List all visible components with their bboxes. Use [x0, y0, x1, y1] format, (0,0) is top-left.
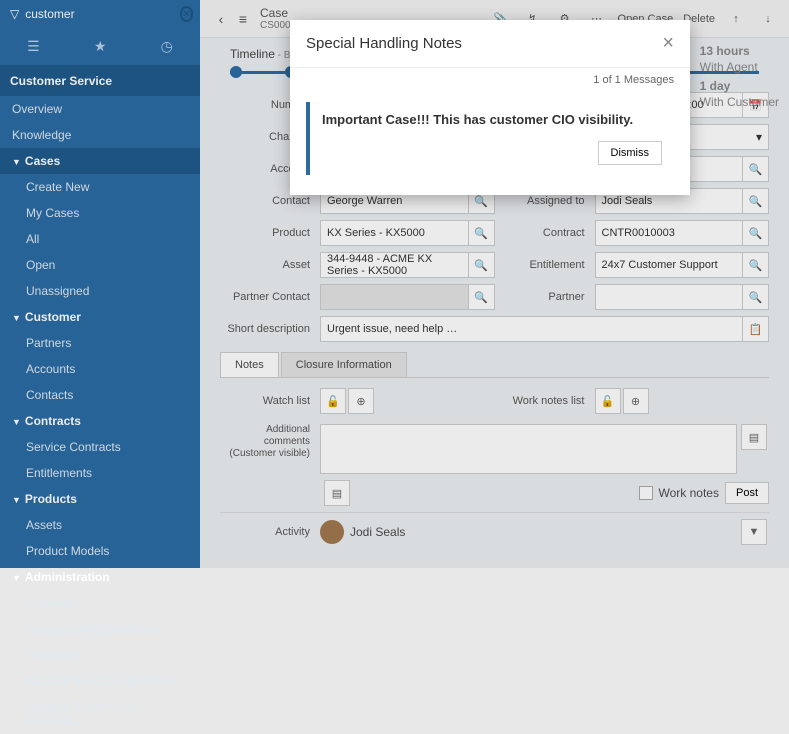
modal-count: 1 of 1 Messages	[290, 68, 690, 92]
modal-message: Important Case!!! This has customer CIO …	[322, 112, 662, 127]
special-handling-modal: Special Handling Notes × 1 of 1 Messages…	[290, 20, 690, 195]
dismiss-button[interactable]: Dismiss	[598, 141, 663, 165]
nav-responsibility-definitions[interactable]: Responsibility Definitions	[0, 616, 200, 642]
modal-title: Special Handling Notes	[306, 35, 462, 52]
nav-properties[interactable]: Properties	[0, 642, 200, 668]
nav-account-relationship-types[interactable]: Account Relationship Types	[0, 668, 200, 694]
close-icon[interactable]: ×	[662, 32, 674, 55]
nav-pending-registration-requests[interactable]: Pending Registration Requests	[0, 694, 200, 734]
nav-channels[interactable]: Channels	[0, 590, 200, 616]
